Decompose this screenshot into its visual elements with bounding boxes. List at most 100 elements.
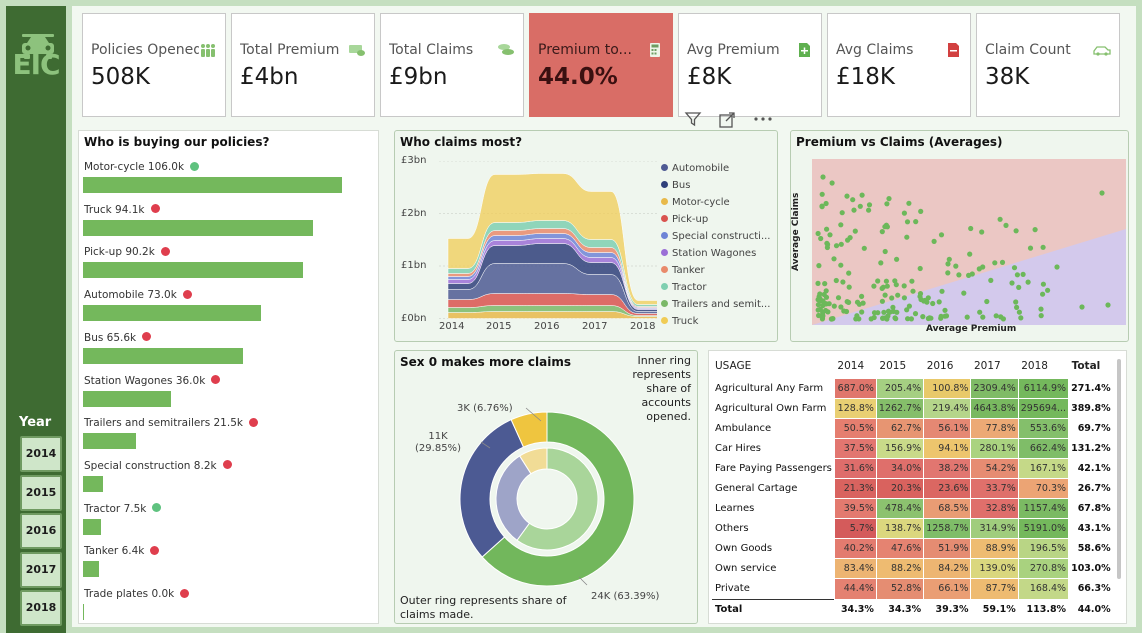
scatter-point[interactable] — [939, 288, 945, 294]
scatter-point[interactable] — [1018, 315, 1024, 321]
scatter-point[interactable] — [920, 314, 926, 320]
scatter-point[interactable] — [979, 229, 985, 235]
scatter-point[interactable] — [866, 207, 872, 213]
scatter-point[interactable] — [879, 285, 885, 291]
buyer-row[interactable]: Automobile 73.0k — [83, 289, 373, 329]
scatter-point[interactable] — [942, 307, 948, 313]
buyer-row[interactable]: Trade plates 0.0k — [83, 588, 373, 628]
scatter-point[interactable] — [1032, 227, 1038, 233]
scatter-point[interactable] — [820, 174, 826, 180]
scatter-point[interactable] — [846, 299, 852, 305]
table-row[interactable]: Learnes 39.5% 478.4% 68.5% 32.8% 1157.4% 67.8% — [712, 498, 1114, 520]
more-options-icon[interactable] — [752, 114, 774, 124]
scatter-point[interactable] — [889, 295, 895, 301]
table-row[interactable]: Private 44.4% 52.8% 66.1% 87.7% 168.4% 66.3% — [712, 578, 1114, 600]
year-button-2016[interactable]: 2016 — [20, 513, 62, 550]
scatter-point[interactable] — [913, 219, 919, 225]
scatter-point[interactable] — [819, 313, 825, 319]
table-row[interactable]: Others 5.7% 138.7% 1258.7% 314.9% 5191.0% 43.1… — [712, 518, 1114, 540]
scatter-point[interactable] — [829, 180, 835, 186]
scatter-point[interactable] — [846, 284, 852, 290]
column-header[interactable]: Total — [1069, 354, 1114, 378]
scatter-point[interactable] — [967, 251, 973, 257]
scatter-point[interactable] — [868, 316, 874, 322]
scatter-point[interactable] — [844, 193, 850, 199]
scatter-point[interactable] — [824, 226, 830, 232]
table-row[interactable]: Own Goods 40.2% 47.6% 51.9% 88.9% 196.5% 58.6% — [712, 538, 1114, 560]
scatter-point[interactable] — [833, 243, 840, 249]
scatter-point[interactable] — [818, 235, 824, 242]
scatter-point[interactable] — [1013, 299, 1019, 305]
scatter-point[interactable] — [992, 260, 998, 266]
scatter-point[interactable] — [871, 283, 877, 289]
scatter-point[interactable] — [905, 316, 911, 322]
legend-item[interactable]: Station Wagones — [661, 248, 756, 259]
scatter-point[interactable] — [859, 309, 865, 315]
column-header[interactable]: 2014 — [834, 354, 876, 378]
scatter-point[interactable] — [825, 309, 831, 315]
scatter-point[interactable] — [930, 300, 936, 307]
legend-item[interactable]: Motor-cycle — [661, 197, 730, 208]
scatter-point[interactable] — [823, 200, 829, 207]
scatter-point[interactable] — [1040, 281, 1046, 287]
scatter-point[interactable] — [822, 281, 828, 287]
scatter-point[interactable] — [945, 270, 951, 276]
scatter-point[interactable] — [875, 278, 881, 284]
legend-item[interactable]: Bus — [661, 180, 690, 191]
scatter-point[interactable] — [968, 225, 974, 232]
scatter-point[interactable] — [993, 313, 999, 319]
scatter-point[interactable] — [838, 262, 844, 268]
scatter-point[interactable] — [894, 256, 900, 262]
scatter-point[interactable] — [925, 295, 931, 301]
scatter-point[interactable] — [961, 290, 967, 296]
scatter-point[interactable] — [845, 237, 851, 243]
scatter-point[interactable] — [884, 201, 890, 207]
scatter-point[interactable] — [822, 301, 828, 307]
scatter-point[interactable] — [1054, 264, 1060, 270]
scatter-point[interactable] — [980, 314, 986, 320]
scatter-point[interactable] — [817, 306, 823, 312]
year-button-2018[interactable]: 2018 — [20, 590, 62, 627]
scatter-point[interactable] — [881, 309, 887, 315]
scatter-point[interactable] — [831, 256, 837, 262]
scatter-point[interactable] — [895, 292, 901, 298]
table-row[interactable]: Agricultural Own Farm 128.8% 1262.7% 219.4%… — [712, 397, 1114, 419]
year-button-2014[interactable]: 2014 — [20, 436, 62, 472]
scatter-point[interactable] — [866, 202, 873, 208]
kpi-premium-to-claims[interactable]: Premium to... 44.0% — [529, 13, 673, 117]
legend-item[interactable]: Truck — [661, 316, 698, 327]
scatter-point[interactable] — [882, 292, 888, 298]
scatter-point[interactable] — [1105, 302, 1111, 308]
table-row[interactable]: General Cartage 21.3% 20.3% 23.6% 33.7% 70.3%… — [712, 477, 1114, 500]
legend-item[interactable]: Pick-up — [661, 214, 708, 225]
column-header-usage[interactable]: USAGE — [712, 354, 834, 378]
scatter-point[interactable] — [1016, 284, 1022, 290]
scatter-point[interactable] — [884, 283, 890, 289]
legend-item[interactable]: Tractor — [661, 282, 707, 293]
scatter-point[interactable] — [1038, 306, 1044, 312]
scatter-point[interactable] — [815, 230, 821, 237]
scatter-point[interactable] — [859, 293, 865, 299]
filter-icon[interactable] — [684, 110, 702, 128]
scatter-point[interactable] — [909, 278, 915, 284]
scatter-point[interactable] — [1040, 244, 1046, 250]
scatter-point[interactable] — [883, 278, 889, 284]
focus-mode-icon[interactable] — [718, 111, 736, 129]
column-header[interactable]: 2015 — [876, 354, 923, 378]
legend-item[interactable]: Trailers and semit... — [661, 299, 770, 310]
legend-item[interactable]: Special constructi... — [661, 231, 770, 242]
scatter-point[interactable] — [910, 288, 916, 294]
buyer-row[interactable]: Station Wagones 36.0k — [83, 375, 373, 415]
scatter-point[interactable] — [1045, 287, 1051, 293]
scatter-point[interactable] — [976, 266, 982, 272]
buyer-row[interactable]: Pick-up 90.2k — [83, 246, 373, 286]
scatter-point[interactable] — [946, 256, 952, 262]
kpi-avg-premium[interactable]: Avg Premium £8K — [678, 13, 822, 117]
table-row[interactable]: Fare Paying Passengers 31.6% 34.0% 38.2% 54.… — [712, 457, 1114, 479]
table-row[interactable]: Agricultural Any Farm 687.0% 205.4% 100.8% 2… — [712, 377, 1114, 399]
scatter-point[interactable] — [851, 207, 857, 213]
scatter-point[interactable] — [893, 282, 899, 288]
scatter-point[interactable] — [966, 272, 972, 278]
scatter-point[interactable] — [816, 263, 822, 269]
scatter-point[interactable] — [879, 298, 885, 304]
